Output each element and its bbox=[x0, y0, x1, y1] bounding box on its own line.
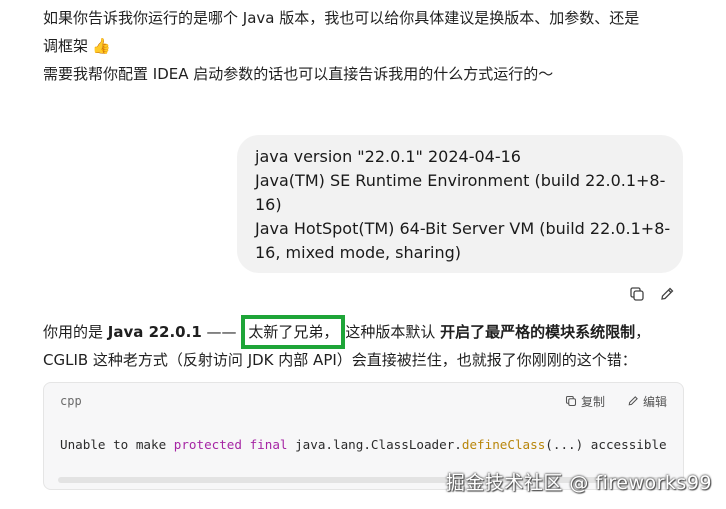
reply-text: —— bbox=[201, 323, 242, 341]
assistant-text-line-1: 如果你告诉我你运行的是哪个 Java 版本，我也可以给你具体建议是换版本、加参数… bbox=[43, 9, 640, 27]
user-message-bubble: java version "22.0.1" 2024-04-16 Java(TM… bbox=[237, 135, 683, 273]
code-block-header: cpp 复制 编辑 bbox=[44, 383, 683, 419]
reply-paragraph-2: CGLIB 这种老方式（反射访问 JDK 内部 API）会直接被拦住，也就报了你… bbox=[43, 351, 637, 369]
code-token: (...) accessible bbox=[545, 437, 667, 452]
code-keyword: final bbox=[249, 437, 288, 452]
watermark: 掘金技术社区 @ fireworks99 bbox=[445, 472, 712, 494]
assistant-text-line-3: 需要我帮你配置 IDEA 启动参数的话也可以直接告诉我用的什么方式运行的～ bbox=[43, 65, 554, 83]
assistant-text-line-2: 调框架 👍 bbox=[43, 33, 111, 59]
code-toolbar: 复制 编辑 bbox=[565, 393, 667, 410]
user-message-line: Java(TM) SE Runtime Environment (build 2… bbox=[255, 171, 666, 190]
reply-text: 你用的是 bbox=[43, 323, 108, 341]
code-language-label: cpp bbox=[60, 394, 82, 408]
code-copy-button[interactable]: 复制 bbox=[565, 393, 605, 410]
copy-icon bbox=[565, 395, 576, 407]
code-content: Unable to make protected final java.lang… bbox=[44, 419, 683, 452]
copy-icon[interactable] bbox=[628, 285, 646, 303]
java-version-bold: Java 22.0.1 bbox=[107, 323, 202, 341]
reply-text: ， bbox=[635, 323, 651, 341]
code-edit-label: 编辑 bbox=[642, 394, 667, 409]
edit-icon bbox=[628, 396, 638, 406]
highlight-box: 太新了兄弟， bbox=[241, 315, 346, 349]
edit-icon[interactable] bbox=[658, 285, 676, 303]
user-message-line: Java HotSpot(TM) 64-Bit Server VM (build… bbox=[255, 219, 671, 238]
reply-text: 这种版本默认 bbox=[345, 323, 441, 341]
assistant-text-line-2-content: 调框架 bbox=[43, 37, 89, 55]
code-token: java.lang.ClassLoader. bbox=[287, 437, 462, 452]
thumbs-up-icon: 👍 bbox=[92, 37, 111, 55]
reply-bold-text: 开启了最严格的模块系统限制 bbox=[440, 323, 636, 341]
code-token: Unable to make bbox=[60, 437, 174, 452]
code-edit-button[interactable]: 编辑 bbox=[627, 393, 667, 410]
code-copy-label: 复制 bbox=[580, 394, 605, 409]
user-message-line: 16, mixed mode, sharing) bbox=[255, 243, 462, 262]
user-message-line: java version "22.0.1" 2024-04-16 bbox=[255, 147, 521, 166]
code-keyword: protected bbox=[173, 437, 242, 452]
code-function: defineClass bbox=[461, 437, 546, 452]
user-message-actions bbox=[628, 285, 676, 303]
reply-paragraph-1: 你用的是 Java 22.0.1 —— 太新了兄弟， 这种版本默认 开启了最严格的… bbox=[43, 315, 651, 349]
user-message-line: 16) bbox=[255, 195, 282, 214]
